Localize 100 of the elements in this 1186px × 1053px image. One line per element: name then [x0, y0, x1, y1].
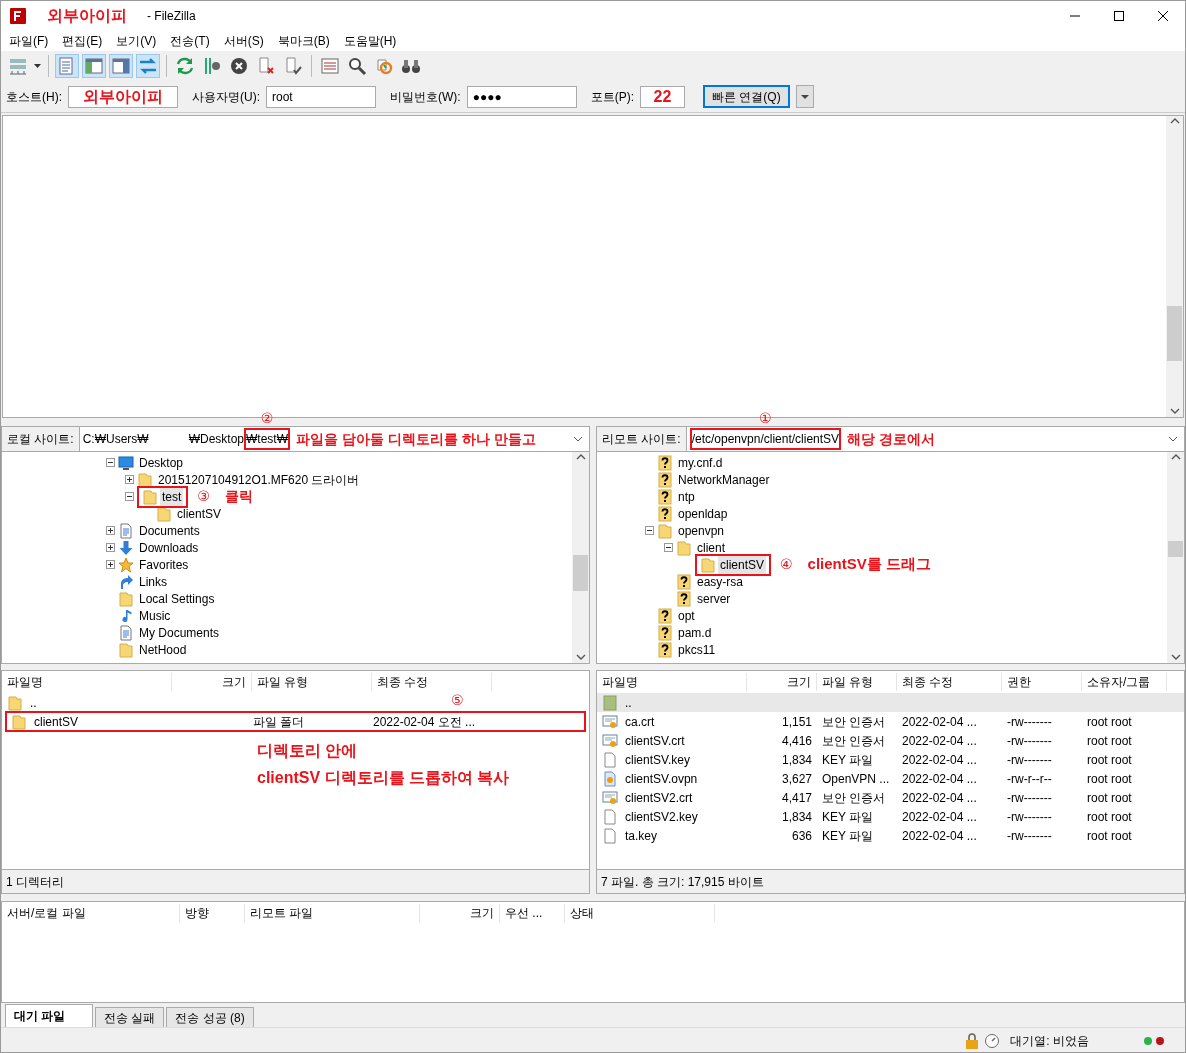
down-arrow-icon: [118, 539, 134, 556]
tab[interactable]: 전송 실패: [95, 1007, 165, 1027]
tree-item[interactable]: clientSV: [175, 504, 224, 523]
column-header[interactable]: 리모트 파일: [245, 904, 420, 922]
column-header[interactable]: 파일명: [597, 673, 747, 691]
menu-item[interactable]: 전송(T): [170, 32, 210, 50]
left-panel-icon[interactable]: [82, 54, 106, 78]
file-name[interactable]: ta.key: [620, 826, 662, 845]
tab[interactable]: 대기 파일: [5, 1004, 93, 1027]
menu-item[interactable]: 도움말(H): [343, 32, 397, 50]
field-label: 포트(P):: [590, 88, 634, 106]
collapse-icon[interactable]: [106, 458, 115, 467]
file-name[interactable]: clientSV2.key: [620, 807, 703, 826]
file-name[interactable]: ca.crt: [620, 712, 660, 731]
tree-item[interactable]: 20151207104912O1.MF620 드라이버: [156, 470, 362, 489]
column-header[interactable]: 상태: [565, 904, 715, 922]
column-header[interactable]: 방향: [180, 904, 245, 922]
tree-item[interactable]: Downloads: [137, 538, 201, 557]
tree-item[interactable]: pkcs11: [676, 640, 718, 659]
menu-item[interactable]: 파일(F): [9, 32, 49, 50]
expand-icon[interactable]: [106, 543, 115, 552]
expand-icon[interactable]: [106, 526, 115, 535]
tree-item[interactable]: openvpn: [676, 521, 727, 540]
quickconnect-button[interactable]: 빠른 연결(Q): [703, 85, 790, 108]
tree-item[interactable]: easy-rsa: [695, 572, 745, 591]
tree-item[interactable]: Links: [137, 572, 169, 591]
vertical-scrollbar[interactable]: [1166, 116, 1183, 417]
tree-item[interactable]: opt: [676, 606, 697, 625]
tree-item[interactable]: Documents: [137, 521, 202, 540]
annotation-text: clientSV를 드래그: [807, 554, 931, 575]
caret-icon[interactable]: [1168, 435, 1178, 443]
expand-icon[interactable]: [106, 560, 115, 569]
tree-item[interactable]: openldap: [676, 504, 730, 523]
username-field[interactable]: root: [266, 85, 376, 108]
menu-item[interactable]: 서버(S): [223, 32, 264, 50]
menu-item[interactable]: 편집(E): [62, 32, 103, 50]
right-panel-icon[interactable]: [109, 54, 133, 78]
dropdown-button[interactable]: [795, 85, 814, 108]
file-name[interactable]: clientSV.crt: [620, 731, 690, 750]
caret-icon[interactable]: [33, 61, 42, 71]
file-name[interactable]: ..: [25, 693, 42, 712]
file-name[interactable]: clientSV.key: [620, 750, 695, 769]
password-field[interactable]: ●●●●: [466, 85, 577, 108]
tree-item[interactable]: Local Settings: [137, 589, 217, 608]
vertical-scrollbar[interactable]: [1167, 452, 1184, 663]
column-header[interactable]: 서버/로컬 파일: [2, 904, 180, 922]
scroll-thumb[interactable]: [1167, 305, 1182, 361]
menu-item[interactable]: 보기(V): [116, 32, 157, 50]
path-text: /etc/openvpn/client/clientSV: [691, 431, 840, 448]
column-header[interactable]: 파일명: [2, 673, 172, 691]
collapse-icon[interactable]: [664, 543, 673, 552]
column-header[interactable]: 최종 수정: [897, 673, 1002, 691]
column-header[interactable]: 최종 수정: [372, 673, 492, 691]
tree-item[interactable]: Favorites: [137, 555, 191, 574]
app-logo: [9, 7, 27, 25]
collapse-icon[interactable]: [125, 492, 134, 501]
scroll-thumb[interactable]: [573, 554, 588, 591]
host-field[interactable]: 외부아이피: [68, 85, 178, 108]
swap-arrows-icon[interactable]: [136, 54, 160, 78]
column-header[interactable]: 크기: [747, 673, 817, 691]
folder-icon: [676, 539, 692, 556]
column-header[interactable]: 크기: [420, 904, 500, 922]
maximize-icon[interactable]: [1113, 10, 1125, 22]
close-icon[interactable]: [1157, 10, 1169, 22]
tree-item[interactable]: My Documents: [137, 623, 222, 642]
column-header[interactable]: 파일 유형: [817, 673, 897, 691]
file-name[interactable]: clientSV: [29, 712, 84, 731]
tree-item[interactable]: clientSV: [718, 555, 767, 574]
column-header[interactable]: 파일 유형: [252, 673, 372, 691]
expand-icon[interactable]: [125, 475, 134, 484]
port-field[interactable]: 22: [640, 85, 685, 108]
column-header[interactable]: 크기: [172, 673, 252, 691]
scroll-thumb[interactable]: [1168, 540, 1183, 557]
file-name[interactable]: ..: [620, 693, 637, 712]
column-header[interactable]: 권한: [1002, 673, 1082, 691]
status-text: 대기열: 비었음: [1010, 1032, 1089, 1050]
table-cell-text: 2022-02-04 ...: [901, 808, 978, 826]
tree-item[interactable]: NetworkManager: [676, 470, 772, 489]
question-folder-icon: [657, 607, 673, 624]
tree-item[interactable]: server: [695, 589, 733, 608]
caret-icon[interactable]: [573, 435, 583, 443]
tree-item[interactable]: pam.d: [676, 623, 714, 642]
menu-item[interactable]: 북마크(B): [277, 32, 330, 50]
table-cell-text: 1,834: [780, 808, 813, 826]
tree-item[interactable]: ntp: [676, 487, 697, 506]
tree-item[interactable]: Desktop: [137, 453, 186, 472]
tree-item[interactable]: test: [160, 487, 184, 506]
table-cell-text: root root: [1086, 770, 1133, 788]
tab[interactable]: 전송 성공 (8): [166, 1007, 254, 1027]
tree-item[interactable]: NetHood: [137, 640, 189, 659]
tree-item[interactable]: my.cnf.d: [676, 453, 725, 472]
column-header[interactable]: 우선 ...: [500, 904, 565, 922]
file-name[interactable]: clientSV.ovpn: [620, 769, 703, 788]
tree-item[interactable]: Music: [137, 606, 173, 625]
vertical-scrollbar[interactable]: [572, 452, 589, 663]
collapse-icon[interactable]: [645, 526, 654, 535]
file-name[interactable]: clientSV2.crt: [620, 788, 698, 807]
tree-item[interactable]: client: [695, 538, 727, 557]
column-header[interactable]: 소유자/그룹: [1082, 673, 1167, 691]
indicator-lights-icon: [1143, 1035, 1165, 1046]
